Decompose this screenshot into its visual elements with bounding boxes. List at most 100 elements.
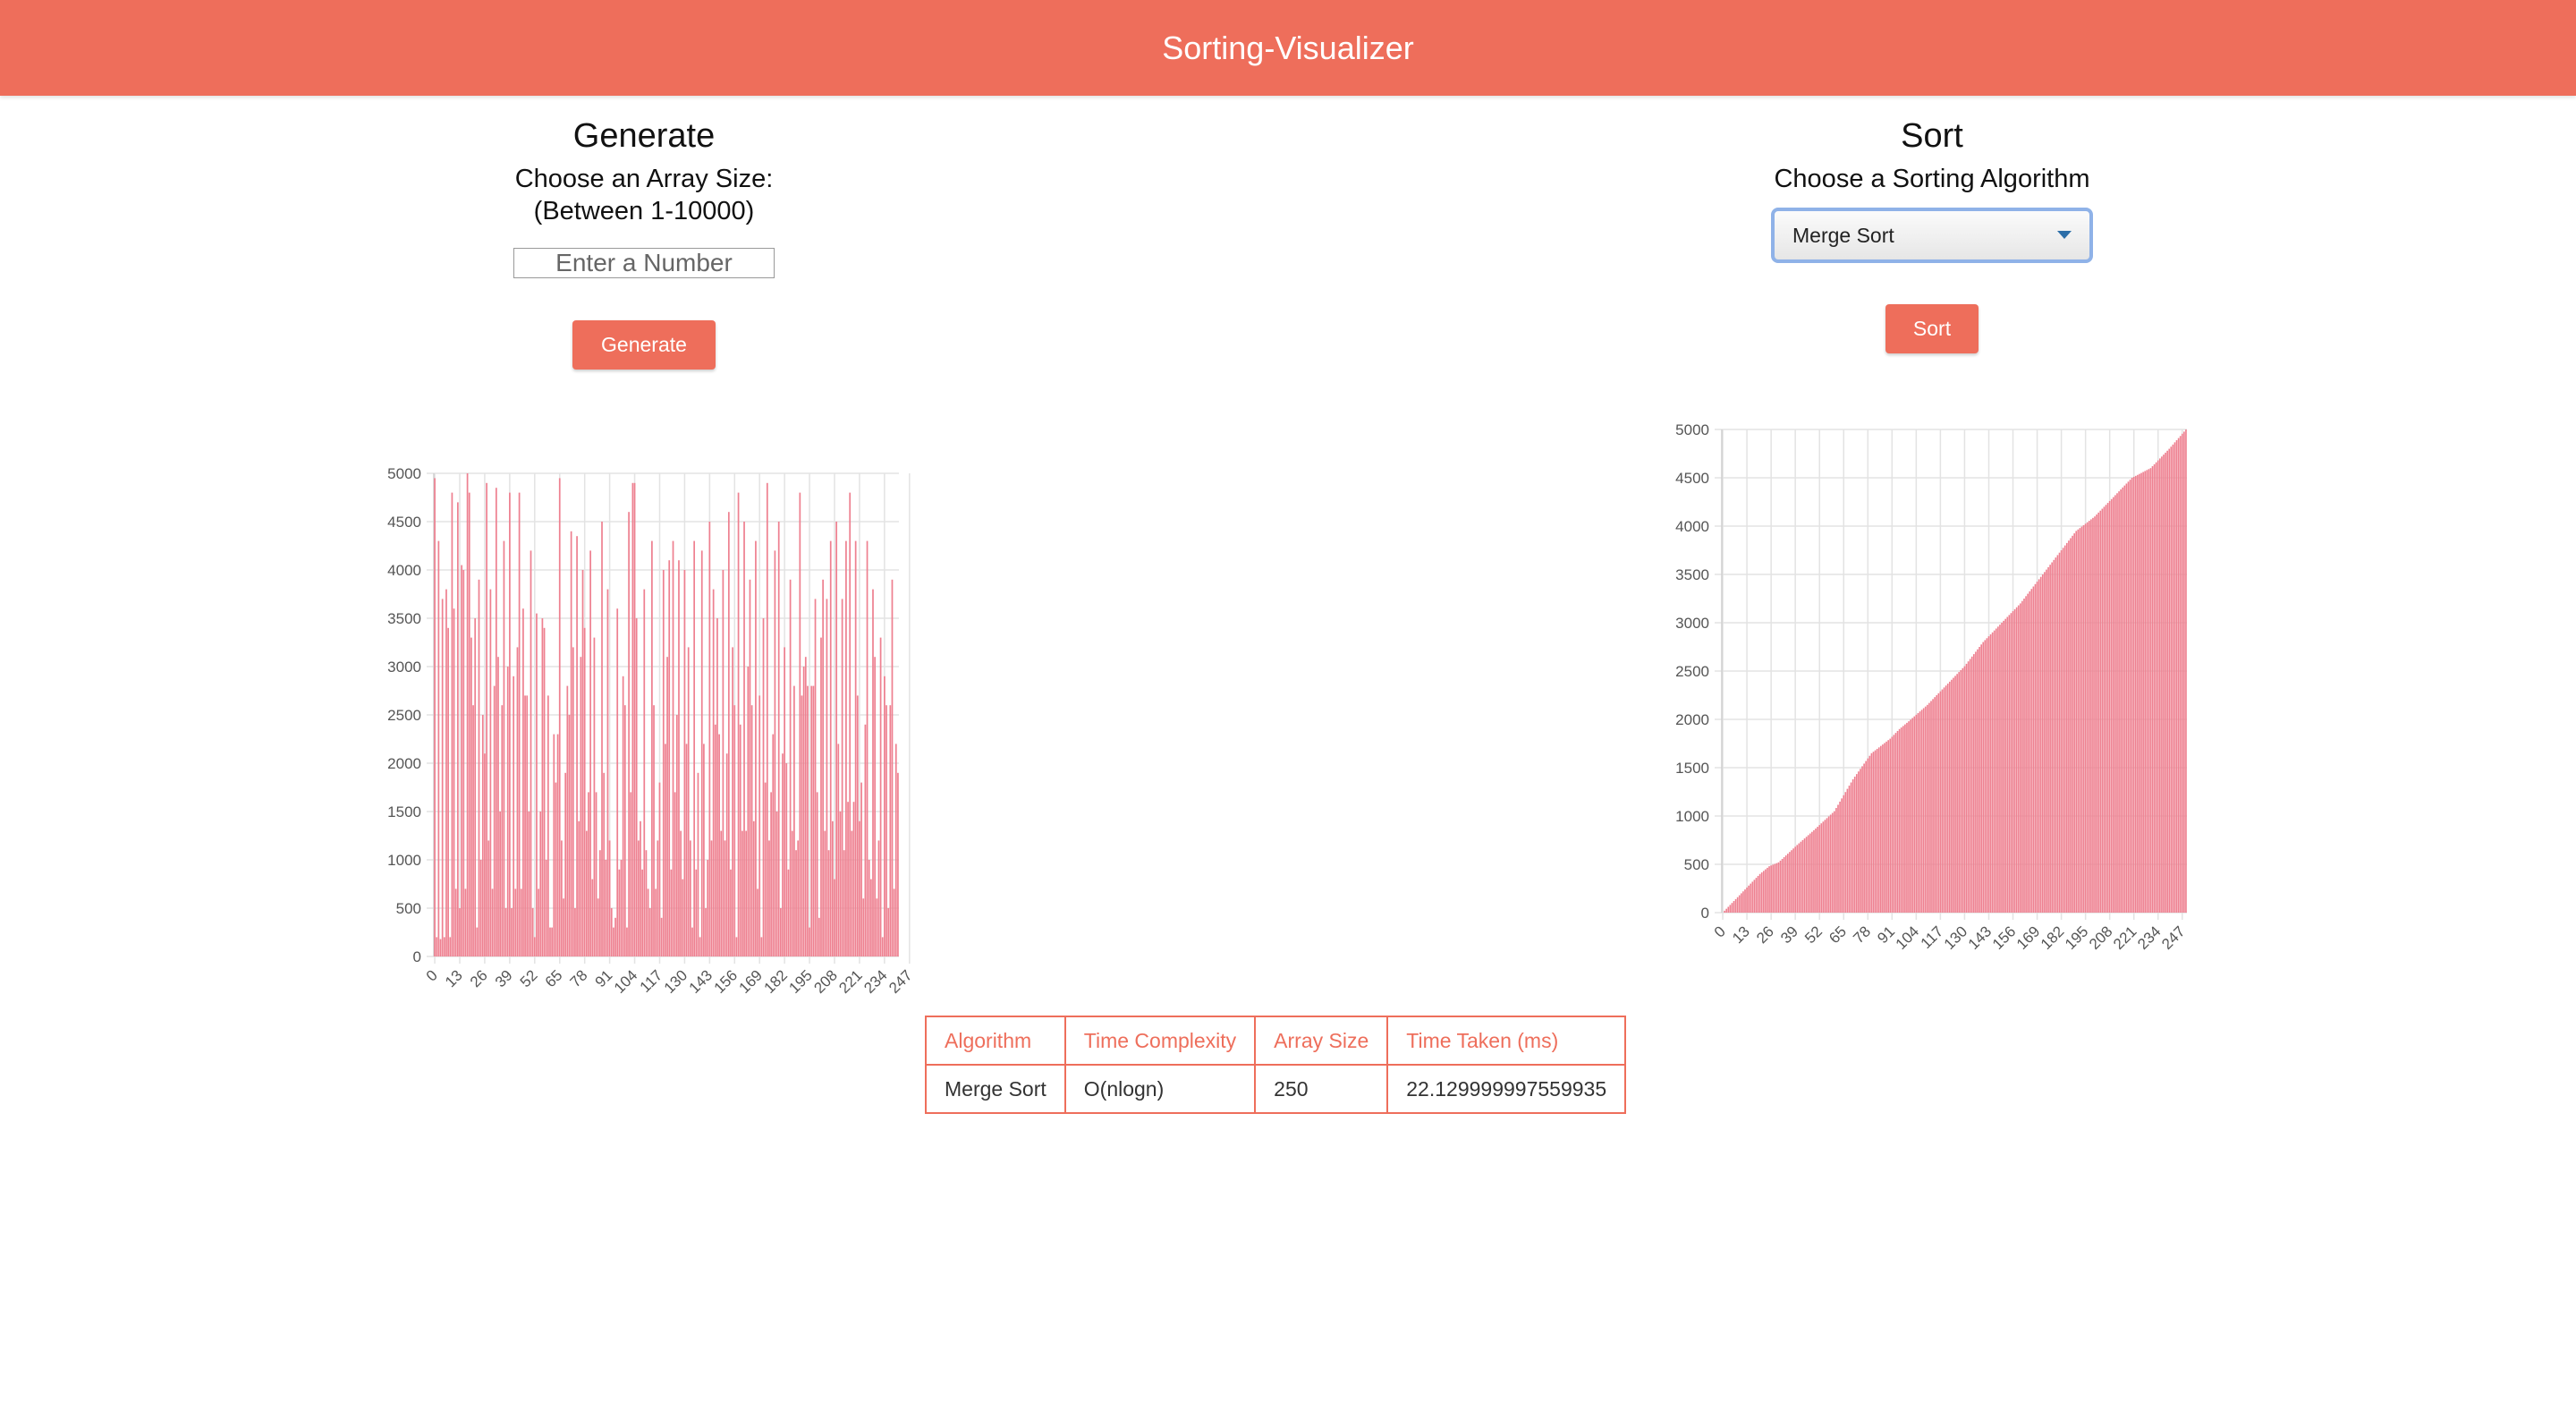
- data-bar: [631, 482, 634, 956]
- data-bar: [1742, 891, 1744, 913]
- x-tick-label: 182: [2038, 922, 2067, 952]
- data-bar: [1820, 823, 1823, 913]
- data-bar: [459, 908, 461, 956]
- data-bar: [1970, 656, 1973, 913]
- data-bar: [2058, 552, 2061, 913]
- data-bar: [801, 695, 803, 956]
- data-bar: [616, 608, 619, 956]
- data-bar: [1827, 816, 1830, 913]
- data-bar: [1731, 903, 1733, 913]
- data-bar: [495, 488, 497, 956]
- x-tick-label: 208: [810, 966, 840, 996]
- data-bar: [531, 908, 534, 956]
- data-bar: [2062, 548, 2064, 913]
- data-bar: [520, 888, 522, 956]
- data-bar: [1956, 674, 1958, 913]
- x-tick-label: 39: [492, 966, 516, 990]
- x-tick-label: 117: [637, 966, 666, 996]
- data-bar: [718, 734, 720, 956]
- data-bar: [1826, 818, 1828, 913]
- data-bar: [558, 478, 561, 956]
- data-bar: [497, 657, 499, 956]
- data-bar: [810, 685, 813, 956]
- generate-button[interactable]: Generate: [572, 320, 716, 370]
- data-bar: [2153, 463, 2156, 913]
- data-bar: [1858, 771, 1860, 913]
- data-bar: [1999, 625, 2001, 913]
- x-tick-label: 221: [2110, 922, 2140, 952]
- data-bar: [478, 579, 480, 956]
- x-tick-label: 26: [1753, 922, 1777, 947]
- data-bar: [439, 939, 442, 956]
- y-tick-label: 3500: [387, 610, 421, 627]
- data-bar: [2068, 540, 2070, 913]
- data-bar: [441, 599, 444, 956]
- data-bar: [1724, 910, 1725, 913]
- array-size-input[interactable]: [513, 248, 775, 278]
- x-tick-label: 0: [423, 966, 441, 984]
- y-tick-label: 3500: [1675, 566, 1709, 583]
- data-bar: [1774, 863, 1776, 913]
- data-bar: [570, 531, 572, 956]
- data-bar: [766, 482, 768, 956]
- data-bar: [2139, 473, 2140, 913]
- x-tick-label: 13: [1729, 922, 1753, 947]
- data-bar: [653, 705, 655, 956]
- data-bar: [851, 830, 853, 956]
- data-bar: [489, 589, 492, 956]
- data-bar: [1855, 774, 1858, 913]
- data-bar: [2174, 442, 2176, 913]
- data-bar: [1904, 724, 1906, 913]
- x-tick-label: 39: [1777, 922, 1801, 947]
- y-tick-label: 2000: [387, 755, 421, 772]
- x-tick-label: 78: [567, 966, 591, 990]
- data-bar: [2157, 460, 2159, 913]
- data-bar: [1930, 701, 1932, 913]
- data-bar: [474, 618, 477, 956]
- data-bar: [622, 676, 624, 956]
- data-bar: [648, 908, 651, 956]
- data-bar: [2021, 600, 2023, 913]
- data-bar: [2122, 487, 2124, 913]
- data-bar: [772, 734, 775, 956]
- x-tick-label: 143: [686, 966, 716, 996]
- data-bar: [2077, 529, 2080, 913]
- data-bar: [2165, 452, 2166, 913]
- data-bar: [449, 937, 452, 956]
- data-bar: [695, 869, 698, 956]
- data-bar: [2151, 466, 2154, 913]
- array-size-range-label: (Between 1-10000): [533, 197, 755, 225]
- data-bar: [464, 888, 467, 956]
- data-bar: [725, 753, 728, 956]
- data-bar: [1951, 679, 1953, 913]
- x-tick-label: 26: [467, 966, 491, 990]
- data-bar: [1939, 691, 1942, 913]
- data-bar: [614, 917, 616, 956]
- header-time-taken: Time Taken (ms): [1386, 1016, 1627, 1066]
- data-bar: [1725, 908, 1728, 913]
- algorithm-select[interactable]: Merge Sort: [1771, 208, 2093, 263]
- data-bar: [1920, 710, 1923, 913]
- data-bar: [665, 744, 666, 956]
- data-bar: [687, 647, 690, 956]
- data-bar: [1997, 626, 1999, 913]
- data-bar: [739, 724, 741, 956]
- data-bar: [1846, 788, 1849, 913]
- sort-button[interactable]: Sort: [1885, 304, 1979, 353]
- data-bar: [737, 492, 740, 956]
- data-bar: [635, 618, 638, 956]
- data-bar: [1837, 804, 1839, 913]
- data-bar: [578, 820, 580, 956]
- data-bar: [1882, 744, 1884, 913]
- data-bar: [626, 927, 628, 956]
- data-bar: [768, 840, 770, 956]
- data-bar: [1861, 766, 1863, 913]
- data-bar: [2004, 618, 2007, 913]
- data-bar: [672, 540, 674, 956]
- data-bar: [486, 482, 487, 956]
- data-bar: [854, 540, 857, 956]
- data-bar: [1777, 862, 1780, 913]
- data-bar: [1727, 906, 1730, 913]
- data-bar: [824, 830, 826, 956]
- data-bar: [1755, 878, 1758, 913]
